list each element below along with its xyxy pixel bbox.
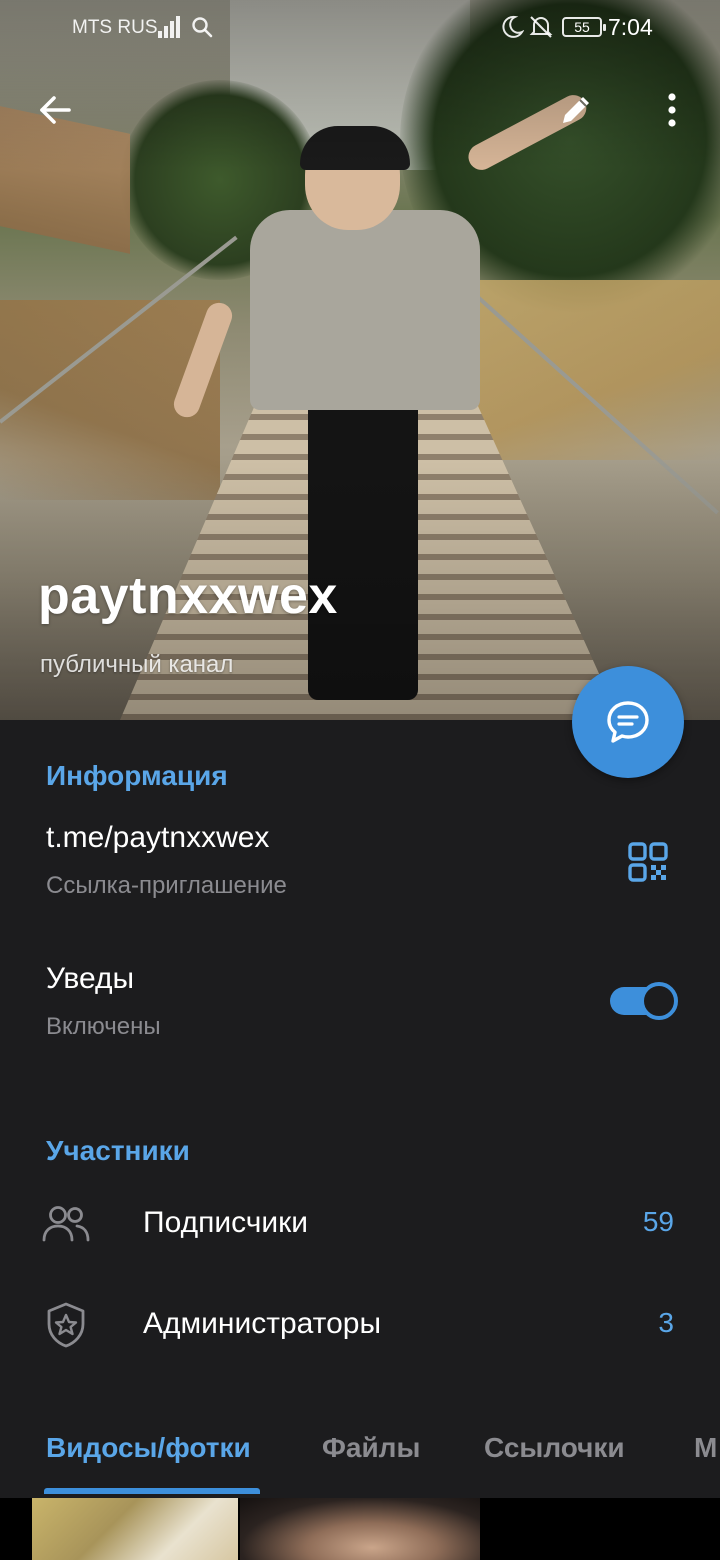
pencil-icon — [563, 97, 589, 123]
status-bar: MTS RUS 55 7:04 — [0, 0, 720, 56]
channel-name: paytnxxwex — [38, 567, 338, 625]
qr-code-icon — [628, 842, 668, 882]
media-grid — [0, 1498, 720, 1560]
media-tabs: Видосы/фотки Файлы Ссылочки М — [0, 1418, 720, 1498]
bell-off-icon — [528, 14, 554, 45]
chat-bubble-icon — [607, 701, 649, 743]
subscribers-row[interactable]: Подписчики 59 — [0, 1174, 720, 1274]
channel-link-caption: Ссылка-приглашение — [46, 872, 287, 899]
tab-links[interactable]: Ссылочки — [484, 1432, 625, 1464]
notifications-status: Включены — [46, 1013, 161, 1040]
moon-icon — [500, 14, 525, 45]
subscribers-count: 59 — [642, 1206, 674, 1237]
info-section-title: Информация — [46, 760, 228, 791]
tab-files[interactable]: Файлы — [322, 1432, 420, 1464]
qr-code-button[interactable] — [622, 836, 674, 888]
more-options-button[interactable] — [644, 82, 700, 138]
clock: 7:04 — [608, 14, 653, 40]
arrow-left-icon — [40, 96, 71, 124]
subscribers-label: Подписчики — [143, 1206, 309, 1239]
carrier-label: MTS RUS — [72, 17, 158, 38]
channel-type: публичный канал — [40, 651, 234, 678]
people-icon — [40, 1200, 92, 1248]
more-vertical-icon — [668, 93, 676, 127]
tab-more[interactable]: М — [694, 1432, 717, 1464]
search-icon — [190, 15, 214, 44]
media-thumbnail[interactable] — [240, 1498, 480, 1560]
administrators-count: 3 — [658, 1307, 674, 1338]
channel-link[interactable]: t.me/paytnxxwex — [46, 821, 269, 855]
administrators-label: Администраторы — [143, 1307, 382, 1340]
edit-button[interactable] — [548, 82, 604, 138]
media-thumbnail[interactable] — [32, 1498, 238, 1560]
open-chat-button[interactable] — [572, 666, 684, 778]
administrators-row[interactable]: Администраторы 3 — [0, 1275, 720, 1375]
back-button[interactable] — [27, 82, 83, 138]
members-section-title: Участники — [46, 1135, 190, 1166]
signal-icon — [152, 14, 186, 45]
active-tab-indicator — [44, 1488, 260, 1494]
battery-indicator: 55 — [562, 17, 606, 37]
notifications-toggle[interactable] — [610, 982, 678, 1020]
shield-star-icon — [40, 1301, 92, 1349]
tab-media[interactable]: Видосы/фотки — [46, 1432, 251, 1464]
notifications-title[interactable]: Уведы — [46, 962, 134, 996]
